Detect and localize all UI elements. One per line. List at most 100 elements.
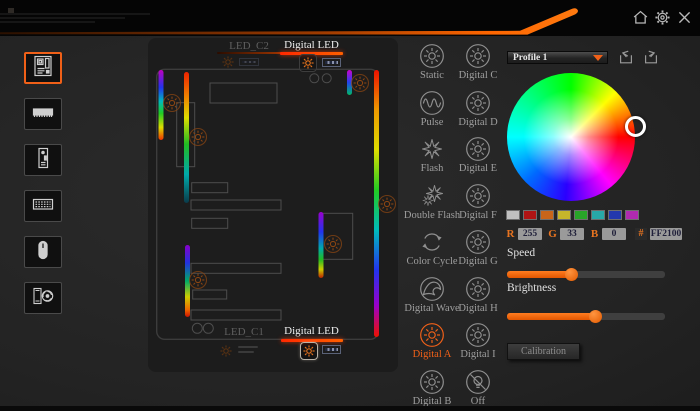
double-flash-icon <box>419 183 445 209</box>
mode-digital-b[interactable]: Digital B <box>409 364 455 411</box>
digital-led-bottom-connector <box>322 345 341 354</box>
digital-f-icon <box>465 183 491 209</box>
flash-icon <box>419 136 445 162</box>
digital-g-icon <box>465 229 491 255</box>
mode-color-cycle[interactable]: Color Cycle <box>409 224 455 271</box>
swatch[interactable] <box>608 210 622 220</box>
green-label: G <box>548 228 557 240</box>
mode-off[interactable]: Off <box>455 364 501 411</box>
sidebar-item-keyboard[interactable] <box>24 190 62 222</box>
digital-led-top-sun-icon <box>301 56 315 70</box>
mode-flash[interactable]: Flash <box>409 131 455 178</box>
mode-digital-e[interactable]: Digital E <box>455 131 501 178</box>
orange-swoosh-decoration <box>0 0 700 36</box>
digital-h-icon <box>465 276 491 302</box>
speed-slider-knob[interactable] <box>565 268 578 281</box>
device-sidebar <box>24 52 64 328</box>
green-value-field[interactable]: 33 <box>560 228 584 240</box>
mode-static[interactable]: Static <box>409 38 455 85</box>
digital-led-top-zone[interactable] <box>299 54 317 72</box>
mode-pulse[interactable]: Pulse <box>409 85 455 132</box>
window-bottom-edge <box>0 406 700 411</box>
motherboard-diagram <box>140 35 400 370</box>
digital-led-top-connector <box>322 58 341 67</box>
sidebar-item-motherboard[interactable] <box>24 52 62 84</box>
keyboard-icon <box>30 192 56 221</box>
speed-slider[interactable] <box>507 271 665 278</box>
digital-led-bottom-label: Digital LED <box>280 325 343 337</box>
mode-digital-d[interactable]: Digital D <box>455 85 501 132</box>
mode-double-flash[interactable]: Double Flash <box>409 178 455 225</box>
settings-gear-icon[interactable] <box>654 9 671 26</box>
close-icon[interactable] <box>676 9 693 26</box>
digital-led-bottom-zone[interactable] <box>300 342 318 360</box>
mode-digital-g[interactable]: Digital G <box>455 224 501 271</box>
mode-digital-wave[interactable]: Digital Wave <box>409 271 455 318</box>
led-c1-connector <box>238 346 258 348</box>
digital-i-icon <box>465 322 491 348</box>
swatch[interactable] <box>557 210 571 220</box>
led-c1-sun-icon[interactable] <box>219 344 233 358</box>
digital-led-top-label: Digital LED <box>280 39 343 51</box>
hex-value-field[interactable]: FF2100 <box>650 228 682 240</box>
rgb-fusion-window: LED_C2 Digital LED LED_C1 Digital LED St… <box>0 0 700 411</box>
led-c1-connector <box>238 351 254 353</box>
off-icon <box>465 369 491 395</box>
digital-led-bottom-sun-icon <box>302 344 316 358</box>
led-c1-label: LED_C1 <box>222 326 266 338</box>
swatch[interactable] <box>591 210 605 220</box>
led-c2-connector <box>239 58 259 66</box>
chevron-down-icon <box>593 55 603 61</box>
export-profile-icon[interactable] <box>642 48 660 66</box>
sidebar-item-mouse[interactable] <box>24 236 62 268</box>
swatch[interactable] <box>540 210 554 220</box>
main-area: LED_C2 Digital LED LED_C1 Digital LED St… <box>0 36 700 411</box>
blue-label: B <box>590 228 599 240</box>
brightness-slider[interactable] <box>507 313 665 320</box>
calibration-button[interactable]: Calibration <box>507 343 580 360</box>
mode-digital-i[interactable]: Digital I <box>455 317 501 364</box>
color-swatches <box>506 210 639 220</box>
pulse-icon <box>419 90 445 116</box>
color-wheel-selector[interactable] <box>625 116 646 137</box>
red-value-field[interactable]: 255 <box>518 228 542 240</box>
sidebar-item-memory[interactable] <box>24 98 62 130</box>
color-cycle-icon <box>419 229 445 255</box>
swatch[interactable] <box>506 210 520 220</box>
mode-digital-f[interactable]: Digital F <box>455 178 501 225</box>
sidebar-item-pc-case[interactable] <box>24 144 62 176</box>
mode-digital-h[interactable]: Digital H <box>455 271 501 318</box>
pc-case-icon <box>30 146 56 175</box>
rgb-values-row: R 255 G 33 B 0 # FF2100 <box>506 227 685 240</box>
brightness-slider-knob[interactable] <box>589 310 602 323</box>
led-zone-badge <box>379 196 396 213</box>
ram-icon <box>30 100 56 129</box>
swatch[interactable] <box>523 210 537 220</box>
digital-a-icon <box>419 322 445 348</box>
digital-d-icon <box>465 90 491 116</box>
digital-c-icon <box>465 43 491 69</box>
digital-e-icon <box>465 136 491 162</box>
color-wheel[interactable] <box>507 73 635 201</box>
mode-digital-a[interactable]: Digital A <box>409 317 455 364</box>
led-c2-sun-icon[interactable] <box>221 55 235 69</box>
profile-value: Profile 1 <box>508 53 593 63</box>
hex-label: # <box>635 228 647 240</box>
digital-b-icon <box>419 369 445 395</box>
sidebar-item-graphics-fan[interactable] <box>24 282 62 314</box>
led-c2-label: LED_C2 <box>216 40 282 52</box>
speed-slider-fill <box>507 271 572 278</box>
static-icon <box>419 43 445 69</box>
swatch[interactable] <box>625 210 639 220</box>
digital-wave-icon <box>419 276 445 302</box>
brightness-slider-fill <box>507 313 595 320</box>
blue-value-field[interactable]: 0 <box>602 228 626 240</box>
home-icon[interactable] <box>632 9 649 26</box>
titlebar <box>0 0 700 36</box>
red-label: R <box>506 228 515 240</box>
motherboard-icon <box>30 54 56 83</box>
import-profile-icon[interactable] <box>617 48 635 66</box>
mode-digital-c[interactable]: Digital C <box>455 38 501 85</box>
swatch[interactable] <box>574 210 588 220</box>
profile-select[interactable]: Profile 1 <box>507 51 608 64</box>
